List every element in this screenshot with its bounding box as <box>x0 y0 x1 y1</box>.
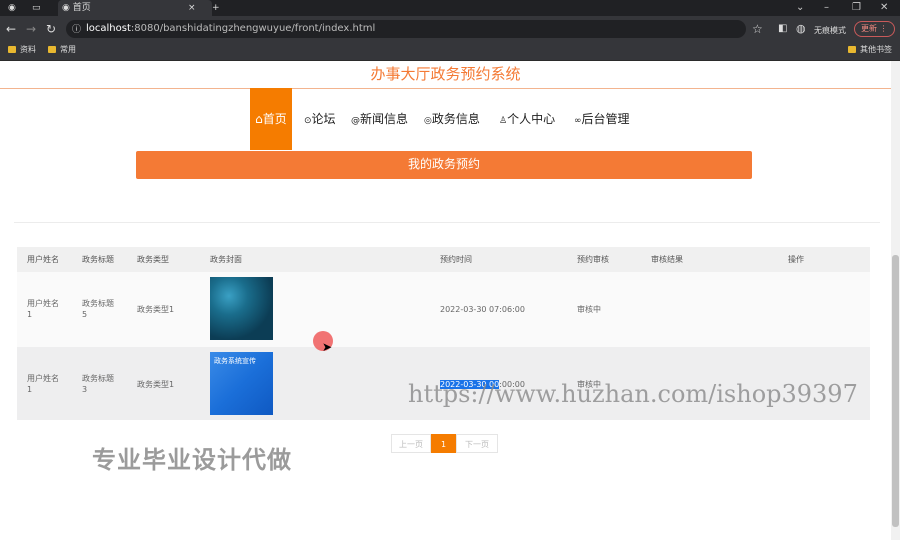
bookmarks-bar <box>0 42 900 61</box>
gov-icon: ◎ <box>424 116 432 126</box>
cell-review: 审核中 <box>577 305 601 314</box>
link-icon: ∞ <box>574 116 582 126</box>
restore-icon[interactable]: ❐ <box>852 0 861 16</box>
chrome-icon[interactable]: ◉ <box>8 0 16 16</box>
bookmark-folder-1[interactable]: 资料 <box>8 42 36 58</box>
cover-image-text: 政务系统宣传 <box>214 357 256 365</box>
prev-page-button[interactable]: 上一页 <box>391 434 431 453</box>
close-window-icon[interactable]: ✕ <box>880 0 888 16</box>
col-action: 操作 <box>788 255 804 264</box>
minimize-icon[interactable]: – <box>824 0 829 16</box>
folder-icon <box>848 46 856 53</box>
cell-title: 政务标题 5 <box>82 299 114 319</box>
col-review: 预约审核 <box>577 255 609 264</box>
next-page-button[interactable]: 下一页 <box>456 434 498 453</box>
col-cover: 政务封面 <box>210 255 242 264</box>
nav-news[interactable]: @新闻信息 <box>351 88 408 150</box>
folder-icon <box>48 46 56 53</box>
col-user: 用户姓名 <box>27 255 59 264</box>
forward-icon[interactable]: → <box>26 21 36 37</box>
cell-type: 政务类型1 <box>137 305 175 314</box>
section-banner: 我的政务预约 <box>136 151 752 179</box>
chevron-down-icon[interactable]: ⌄ <box>796 0 804 16</box>
incognito-label: 无痕模式 <box>814 26 846 35</box>
col-type: 政务类型 <box>137 255 169 264</box>
scrollbar-thumb[interactable] <box>892 255 899 527</box>
col-result: 审核结果 <box>651 255 683 264</box>
update-button[interactable]: 更新 ⋮ <box>854 21 895 37</box>
cover-image: 政务系统宣传 <box>210 352 273 415</box>
nav-forum[interactable]: ⊙论坛 <box>304 88 336 150</box>
forum-icon: ⊙ <box>304 116 312 126</box>
back-icon[interactable]: ← <box>6 21 16 37</box>
cell-type: 政务类型1 <box>137 380 175 389</box>
cover-image <box>210 277 273 340</box>
cell-time: 2022-03-30 07:06:00 <box>440 305 525 314</box>
mouse-cursor-icon: ➤ <box>322 340 333 354</box>
bookmark-folder-2[interactable]: 常用 <box>48 42 76 58</box>
info-icon[interactable]: ⓘ <box>72 22 81 38</box>
sidebar-icon[interactable]: ◧ <box>778 21 787 37</box>
site-title: 办事大厅政务预约系统 <box>0 61 891 89</box>
nav-gov-info[interactable]: ◎政务信息 <box>424 88 480 150</box>
tab-close-icon[interactable]: × <box>188 0 196 16</box>
globe-icon: ◉ <box>62 3 70 13</box>
tab-home-label: 首页 <box>72 3 91 13</box>
new-tab-icon[interactable]: + <box>212 0 220 16</box>
cell-user: 用户姓名 1 <box>27 299 59 319</box>
incognito-icon: ◍ <box>796 22 806 35</box>
tab-blank[interactable]: ▭ <box>32 0 46 16</box>
nav-personal[interactable]: ♙个人中心 <box>499 88 555 150</box>
star-icon[interactable]: ☆ <box>752 21 763 37</box>
page-1-button[interactable]: 1 <box>431 434 456 453</box>
user-icon: ♙ <box>499 116 508 126</box>
divider <box>14 222 880 223</box>
reload-icon[interactable]: ↻ <box>46 21 56 37</box>
other-bookmarks[interactable]: 其他书签 <box>848 42 892 58</box>
watermark-text: 专业毕业设计代做 <box>92 446 292 474</box>
url-text[interactable]: localhost:8080/banshidatingzhengwuyue/fr… <box>86 20 375 38</box>
nav-admin[interactable]: ∞后台管理 <box>574 88 630 150</box>
home-icon: ⌂ <box>255 112 263 126</box>
col-title: 政务标题 <box>82 255 114 264</box>
nav-home[interactable]: ⌂首页 <box>250 88 292 150</box>
news-icon: @ <box>351 116 360 126</box>
col-time: 预约时间 <box>440 255 472 264</box>
cell-user: 用户姓名 1 <box>27 374 59 394</box>
cell-title: 政务标题 3 <box>82 374 114 394</box>
watermark-url: https://www.huzhan.com/ishop39397 <box>408 380 858 408</box>
folder-icon <box>8 46 16 53</box>
